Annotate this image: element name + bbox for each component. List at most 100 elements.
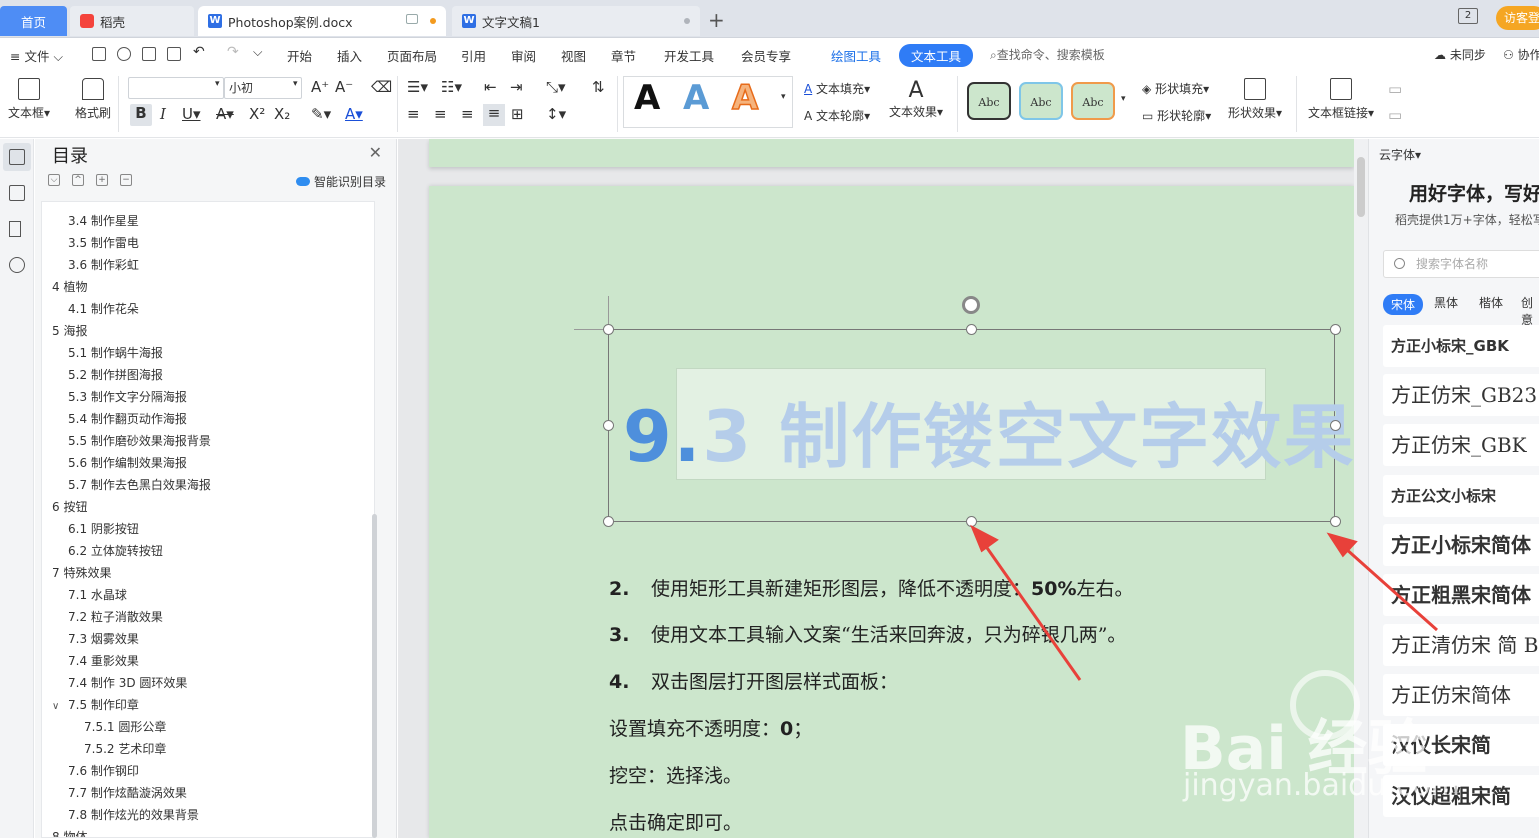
smart-toc-button[interactable]: 智能识别目录 [295, 173, 386, 190]
grow-font-icon[interactable]: A⁺ [311, 78, 329, 96]
shape-outline-button[interactable]: ▭ 形状轮廓▾ [1142, 107, 1211, 124]
font-search-input[interactable]: 搜索字体名称 [1383, 250, 1539, 278]
highlight-button[interactable]: ✎▾ [311, 105, 331, 123]
chevron-down-icon[interactable]: ∨ [42, 327, 48, 338]
tab-daoke[interactable]: 稻壳 [70, 6, 194, 36]
tab-photoshop-doc[interactable]: W Photoshop案例.docx [198, 6, 446, 36]
toc-scrollbar[interactable] [372, 514, 377, 838]
toc-item[interactable]: 7.7 制作炫酷漩涡效果 [68, 784, 187, 801]
toc-item[interactable]: 7.8 制作炫光的效果背景 [68, 806, 199, 823]
subscript-button[interactable]: X₂ [274, 105, 290, 123]
toc-item[interactable]: ∨ 6 按钮 [42, 498, 87, 515]
link-forward-icon[interactable]: ▭ [1388, 80, 1402, 98]
font-item[interactable]: 方正公文小标宋 [1383, 475, 1539, 517]
link-break-icon[interactable]: ▭ [1388, 106, 1402, 124]
font-name-dropdown-icon[interactable]: ▾ [215, 79, 220, 89]
print-icon[interactable] [142, 47, 156, 61]
toc-item[interactable]: 5.4 制作翻页动作海报 [68, 410, 187, 427]
font-category-songti[interactable]: 宋体 [1383, 294, 1424, 315]
doc-paragraph[interactable]: 挖空：选择浅。 [609, 761, 742, 788]
menu-chapter[interactable]: 章节 [611, 46, 636, 65]
toc-item[interactable]: 7.1 水晶球 [68, 586, 127, 603]
menu-review[interactable]: 审阅 [511, 46, 536, 65]
rotate-handle-icon[interactable] [962, 296, 980, 314]
align-center-icon[interactable]: ≡ [434, 105, 447, 123]
font-category-kaiti[interactable]: 楷体 [1479, 294, 1503, 311]
toc-item[interactable]: 7.5.2 艺术印章 [84, 740, 166, 757]
shape-effect-button[interactable]: 形状效果▾ [1228, 78, 1282, 121]
text-effect-button[interactable]: A 文本效果▾ [889, 78, 943, 120]
resize-handle[interactable] [603, 516, 614, 527]
remove-heading-icon[interactable]: − [120, 174, 132, 186]
underline-button[interactable]: U▾ [182, 105, 201, 123]
toc-item[interactable]: ∨ 5 海报 [42, 322, 87, 339]
menu-file[interactable]: ≡ 文件 ⌵ [10, 46, 63, 65]
font-size-dropdown-icon[interactable]: ▾ [293, 79, 298, 89]
font-category-heiti[interactable]: 黑体 [1434, 294, 1458, 311]
toc-item[interactable]: 3.6 制作彩虹 [68, 256, 139, 273]
toc-item[interactable]: 7.5.1 圆形公章 [84, 718, 166, 735]
menu-text-tools[interactable]: 文本工具 [899, 44, 974, 67]
toc-item[interactable]: 7.2 粒子消散效果 [68, 608, 163, 625]
resize-handle[interactable] [1330, 324, 1341, 335]
indent-icon[interactable]: ⇥ [510, 78, 523, 96]
doc-paragraph[interactable]: 2. 使用矩形工具新建矩形图层，降低不透明度：50%左右。 [609, 574, 1134, 601]
save-icon[interactable] [92, 47, 106, 61]
close-icon[interactable]: ✕ [369, 143, 382, 162]
chevron-down-icon[interactable]: ∨ [52, 701, 64, 712]
strikethrough-button[interactable]: A▾ [216, 105, 234, 123]
font-item[interactable]: 方正小标宋_GBK [1383, 325, 1539, 367]
sync-status[interactable]: ☁ 未同步 [1434, 46, 1486, 63]
shrink-font-icon[interactable]: A⁻ [335, 78, 353, 96]
doc-paragraph[interactable]: 3. 使用文本工具输入文案“生活来回奔波，只为碎银几两”。 [609, 620, 1126, 647]
window-count-badge[interactable]: 2 [1458, 8, 1478, 24]
navigation-icon[interactable] [9, 185, 25, 201]
chevron-down-icon[interactable]: ∨ [42, 569, 48, 580]
add-tab-icon[interactable]: + [708, 8, 725, 32]
format-painter-button[interactable]: 格式刷 [75, 78, 111, 121]
resize-handle[interactable] [966, 324, 977, 335]
font-item[interactable]: 方正粗黑宋简体 [1383, 574, 1539, 616]
toc-item[interactable]: 7.4 重影效果 [68, 652, 139, 669]
font-item[interactable]: 方正仿宋_GBK [1383, 424, 1539, 466]
align-right-icon[interactable]: ≡ [461, 105, 474, 123]
number-list-icon[interactable]: ☷▾ [441, 78, 462, 96]
collab-button[interactable]: ⚇ 协作 [1503, 46, 1539, 63]
toc-item[interactable]: ∨ 7.5 制作印章 [52, 696, 139, 713]
menu-insert[interactable]: 插入 [337, 46, 362, 65]
bullet-list-icon[interactable]: ☰▾ [407, 78, 428, 96]
export-icon[interactable] [117, 47, 131, 61]
menu-layout[interactable]: 页面布局 [387, 46, 437, 65]
shape-style-3[interactable]: Abc [1071, 82, 1115, 120]
font-category-creative[interactable]: 创意 [1521, 294, 1539, 328]
font-item[interactable]: 方正清仿宋 简 B [1383, 624, 1539, 666]
toc-item[interactable]: 7.6 制作钢印 [68, 762, 139, 779]
doc-paragraph[interactable]: 点击确定即可。 [609, 808, 742, 835]
toc-item[interactable]: 5.7 制作去色黑白效果海报 [68, 476, 211, 493]
toc-item[interactable]: 5.2 制作拼图海报 [68, 366, 163, 383]
toc-item[interactable]: 3.4 制作星星 [68, 212, 139, 229]
shape-fill-button[interactable]: ◈ 形状填充▾ [1142, 80, 1209, 97]
collapse-all-icon[interactable]: ⌵ [48, 174, 60, 186]
visitor-login-button[interactable]: 访客登录 [1496, 6, 1539, 30]
window-icon[interactable] [406, 14, 418, 24]
resize-handle[interactable] [603, 420, 614, 431]
bookmark-icon[interactable] [9, 221, 21, 237]
text-direction-icon[interactable]: ⤡▾ [546, 78, 566, 96]
text-style-blue[interactable]: A [683, 78, 709, 118]
italic-button[interactable]: I [160, 105, 166, 123]
menu-start[interactable]: 开始 [287, 46, 312, 65]
bold-button[interactable]: B [130, 104, 152, 126]
font-item[interactable]: 方正小标宋简体 [1383, 524, 1539, 566]
text-fill-button[interactable]: A 文本填充▾ [804, 80, 870, 97]
text-link-button[interactable]: 文本框链接▾ [1308, 78, 1374, 121]
resize-handle[interactable] [966, 516, 977, 527]
superscript-button[interactable]: X² [249, 105, 265, 123]
sort-icon[interactable]: ⇅ [592, 78, 605, 96]
redo-icon[interactable]: ↷ [227, 44, 239, 60]
menu-view[interactable]: 视图 [561, 46, 586, 65]
hollow-title-text[interactable]: 9.3 制作镂空文字效果 [623, 381, 1355, 482]
cloud-font-dropdown[interactable]: 云字体▾ [1379, 146, 1421, 163]
menu-reference[interactable]: 引用 [461, 46, 486, 65]
shape-style-more-icon[interactable]: ▾ [1121, 94, 1126, 104]
